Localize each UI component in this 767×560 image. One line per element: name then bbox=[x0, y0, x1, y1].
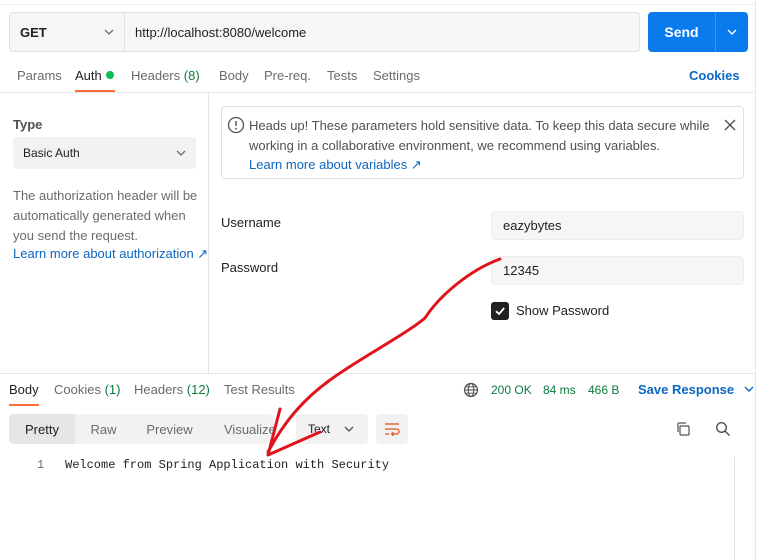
divider bbox=[0, 92, 756, 93]
username-label: Username bbox=[221, 215, 281, 230]
tab-label: Test Results bbox=[224, 382, 295, 397]
response-size[interactable]: 466 B bbox=[588, 383, 619, 397]
tab-prerequest[interactable]: Pre-req. bbox=[264, 68, 311, 83]
chevron-down-icon bbox=[344, 426, 354, 432]
globe-icon[interactable] bbox=[463, 382, 479, 398]
method-select[interactable]: GET bbox=[10, 13, 125, 51]
format-value: Text bbox=[308, 422, 331, 436]
tab-params[interactable]: Params bbox=[17, 68, 62, 83]
right-border bbox=[755, 0, 756, 560]
tab-response-body[interactable]: Body bbox=[9, 382, 39, 397]
top-border bbox=[0, 4, 756, 5]
status-code[interactable]: 200 OK bbox=[491, 383, 532, 397]
view-visualize-button[interactable]: Visualize bbox=[207, 414, 274, 444]
tab-label: Settings bbox=[373, 68, 420, 83]
auth-type-select[interactable]: Basic Auth bbox=[13, 137, 196, 169]
tab-count: (1) bbox=[104, 382, 121, 397]
tab-label: Body bbox=[9, 382, 39, 397]
active-response-tab-indicator bbox=[9, 404, 39, 406]
password-field[interactable] bbox=[491, 256, 744, 285]
info-icon bbox=[227, 116, 245, 134]
tab-label: Tests bbox=[327, 68, 358, 83]
tab-auth[interactable]: Auth bbox=[75, 68, 114, 83]
response-divider bbox=[0, 373, 756, 374]
response-body-text: Welcome from Spring Application with Sec… bbox=[65, 458, 390, 472]
format-select[interactable]: Text bbox=[296, 414, 368, 444]
show-password-checkbox[interactable] bbox=[491, 302, 509, 320]
chevron-down-icon bbox=[176, 150, 186, 156]
tab-label: Cookies bbox=[54, 382, 101, 397]
checkmark-icon bbox=[495, 307, 505, 316]
tab-label: Pre-req. bbox=[264, 68, 311, 83]
alert-text: Heads up! These parameters hold sensitiv… bbox=[249, 116, 719, 175]
tab-test-results[interactable]: Test Results bbox=[224, 382, 295, 397]
tab-response-headers[interactable]: Headers (12) bbox=[134, 382, 210, 397]
view-preview-button[interactable]: Preview bbox=[132, 414, 207, 444]
learn-auth-link[interactable]: Learn more about authorization ↗ bbox=[13, 246, 208, 262]
tab-label: Body bbox=[219, 68, 249, 83]
request-bar: GET bbox=[9, 12, 640, 52]
tab-count: (8) bbox=[183, 68, 200, 83]
chevron-down-icon bbox=[104, 29, 114, 35]
view-mode-group: Pretty Raw Preview Visualize bbox=[9, 414, 274, 444]
panel-divider bbox=[208, 93, 209, 373]
tab-response-cookies[interactable]: Cookies (1) bbox=[54, 382, 120, 397]
view-raw-button[interactable]: Raw bbox=[75, 414, 132, 444]
close-icon[interactable] bbox=[724, 119, 736, 131]
tab-body[interactable]: Body bbox=[219, 68, 249, 83]
wrap-lines-button[interactable] bbox=[376, 414, 408, 444]
tab-label: Params bbox=[17, 68, 62, 83]
chevron-down-icon bbox=[727, 29, 737, 35]
auth-type-label: Type bbox=[13, 117, 43, 132]
response-time[interactable]: 84 ms bbox=[543, 383, 576, 397]
sensitive-data-alert: Heads up! These parameters hold sensitiv… bbox=[221, 106, 744, 179]
method-label: GET bbox=[20, 24, 47, 40]
learn-variables-link[interactable]: Learn more about variables ↗ bbox=[249, 157, 422, 172]
send-button[interactable]: Send bbox=[648, 12, 715, 52]
save-response-label: Save Response bbox=[638, 382, 735, 397]
url-input[interactable] bbox=[125, 13, 639, 51]
editor-scrollbar[interactable] bbox=[734, 457, 735, 560]
chevron-down-icon bbox=[744, 386, 754, 392]
send-button-group: Send bbox=[648, 12, 748, 52]
tab-tests[interactable]: Tests bbox=[327, 68, 357, 83]
tab-settings[interactable]: Settings bbox=[373, 68, 420, 83]
status-dot-icon bbox=[105, 71, 114, 79]
tab-label: Headers bbox=[134, 382, 184, 397]
tab-count: (12) bbox=[186, 382, 210, 397]
save-response-button[interactable]: Save Response bbox=[638, 382, 754, 397]
username-field[interactable] bbox=[491, 211, 744, 240]
wrap-lines-icon bbox=[385, 423, 400, 436]
search-icon[interactable] bbox=[715, 421, 731, 437]
tab-label: Auth bbox=[75, 68, 102, 83]
alert-message: Heads up! These parameters hold sensitiv… bbox=[249, 118, 710, 153]
send-options-button[interactable] bbox=[716, 12, 748, 52]
auth-description: The authorization header will be automat… bbox=[13, 188, 198, 243]
tab-label: Headers bbox=[131, 68, 181, 83]
password-label: Password bbox=[221, 260, 279, 275]
line-number: 1 bbox=[37, 458, 45, 472]
cookies-link[interactable]: Cookies bbox=[689, 68, 740, 83]
tab-headers[interactable]: Headers (8) bbox=[131, 68, 200, 83]
view-pretty-button[interactable]: Pretty bbox=[9, 414, 75, 444]
copy-icon[interactable] bbox=[675, 421, 691, 437]
auth-type-value: Basic Auth bbox=[23, 146, 80, 160]
show-password-label[interactable]: Show Password bbox=[516, 303, 609, 318]
